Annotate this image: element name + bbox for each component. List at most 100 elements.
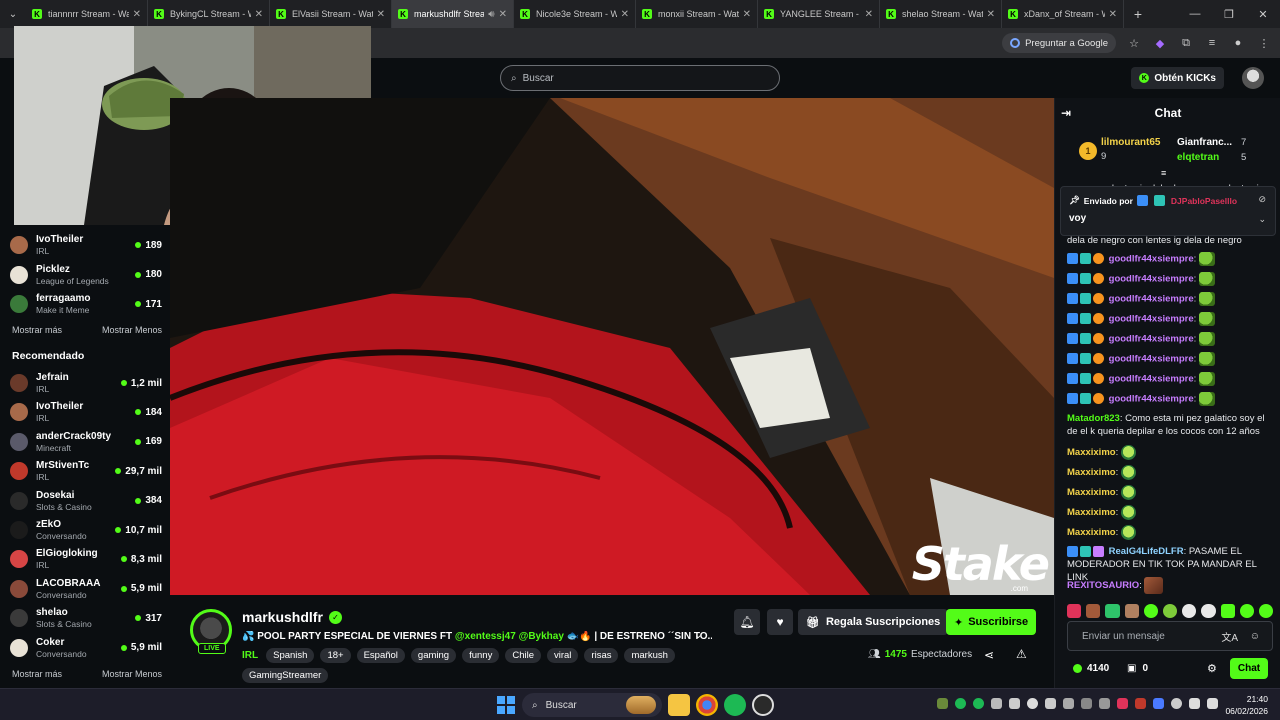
chat-username[interactable]: Maxxiximo	[1067, 447, 1116, 458]
bluetooth-icon[interactable]	[1153, 698, 1164, 709]
emote-icon[interactable]	[1201, 604, 1216, 618]
expand-leaderboard-icon[interactable]: ≡	[1161, 168, 1166, 178]
send-chat-button[interactable]: Chat	[1230, 658, 1268, 679]
avatar[interactable]	[1242, 67, 1264, 89]
mention-link[interactable]: @xentessj47	[455, 631, 516, 642]
leaderboard-name[interactable]: elqtetran	[1177, 152, 1219, 163]
close-icon[interactable]: ✕	[1246, 0, 1280, 28]
chat-input[interactable]: Enviar un mensaje 文A ☺	[1067, 621, 1273, 651]
reading-list-icon[interactable]: ≡	[1204, 35, 1220, 51]
puzzle-icon[interactable]: ⧉	[1178, 35, 1194, 51]
hide-pin-icon[interactable]: ⊘	[1258, 194, 1266, 205]
wifi-icon[interactable]	[1189, 698, 1200, 709]
ask-google-button[interactable]: Preguntar a Google	[1002, 33, 1116, 53]
audio-icon[interactable]: 🔊︎	[488, 9, 494, 20]
boxes-count[interactable]: ▣ 0	[1127, 663, 1148, 674]
tray-icon[interactable]	[1135, 698, 1146, 709]
chat-username[interactable]: Maxxiximo	[1067, 507, 1116, 518]
search-input[interactable]: ⌕ Buscar	[500, 65, 780, 91]
tag-chip[interactable]: Español	[356, 648, 405, 663]
spotify-tray-icon[interactable]	[973, 698, 984, 709]
chat-username[interactable]: Maxxiximo	[1067, 487, 1116, 498]
sidebar-channel[interactable]: Picklez League of Legends 180	[10, 261, 162, 289]
tag-chip[interactable]: funny	[462, 648, 500, 663]
sidebar-channel[interactable]: ferragaamo Make it Meme 171	[10, 290, 162, 318]
tag-chip[interactable]: markush	[624, 648, 675, 663]
sidebar-channel[interactable]: Jefrain IRL 1,2 mil	[10, 369, 162, 397]
volume-icon[interactable]	[1207, 698, 1218, 709]
mic-icon[interactable]	[1171, 698, 1182, 709]
chat-username[interactable]: goodlfr44xsiempre	[1109, 294, 1194, 305]
emote-icon[interactable]	[1220, 604, 1235, 618]
steam-icon[interactable]	[1063, 698, 1074, 709]
chat-username[interactable]: goodlfr44xsiempre	[1109, 274, 1194, 285]
close-tab-icon[interactable]: ✕	[255, 9, 263, 20]
share-icon[interactable]: ⋖	[984, 648, 994, 662]
chat-username[interactable]: goodlfr44xsiempre	[1109, 394, 1194, 405]
sidebar-channel[interactable]: zEkO Conversando 10,7 mil	[10, 516, 162, 544]
subscribe-button[interactable]: ✦ Suscribirse	[946, 609, 1037, 635]
kicks-balance[interactable]: 4140	[1073, 663, 1109, 674]
browser-tab[interactable]: K BykingCL Stream - Wa ✕	[148, 0, 270, 28]
tag-chip[interactable]: viral	[547, 648, 579, 663]
tray-icon[interactable]	[1081, 698, 1092, 709]
browser-tab[interactable]: KxDanx_of Stream - W ✕	[1002, 0, 1124, 28]
chrome-icon[interactable]	[696, 694, 718, 716]
new-tab-button[interactable]: +	[1124, 6, 1152, 22]
app-icon[interactable]	[752, 694, 774, 716]
mention-link[interactable]: @Bykhay	[519, 631, 564, 642]
show-more-link[interactable]: Mostrar más	[12, 325, 62, 335]
sidebar-channel[interactable]: Dosekai Slots & Casino 384	[10, 487, 162, 515]
close-tab-icon[interactable]: ✕	[499, 9, 507, 20]
chat-username[interactable]: Maxxiximo	[1067, 527, 1116, 538]
tray-icon[interactable]	[991, 698, 1002, 709]
notification-bell-button[interactable]: 🔔︎	[734, 609, 760, 635]
show-more-link[interactable]: Mostrar más	[12, 669, 62, 679]
chevron-down-icon[interactable]: ⌄	[1258, 214, 1266, 225]
bookmark-star-icon[interactable]: ☆	[1126, 35, 1142, 51]
browser-tab[interactable]: Ktiannnrr Stream - Wa ✕	[26, 0, 148, 28]
gift-subs-button[interactable]: 🎁︎ Regala Suscripciones	[798, 609, 949, 635]
maximize-icon[interactable]: ❐	[1212, 0, 1246, 28]
tag-chip[interactable]: 18+	[320, 648, 351, 663]
emote-icon[interactable]	[1124, 604, 1139, 618]
sidebar-channel[interactable]: Coker Conversando 5,9 mil	[10, 634, 162, 662]
chat-username[interactable]: Matador823	[1067, 413, 1120, 424]
tray-icon[interactable]	[937, 698, 948, 709]
browser-tab[interactable]: K Nicole3e Stream - W ✕	[514, 0, 636, 28]
close-tab-icon[interactable]: ✕	[133, 9, 141, 20]
emote-icon[interactable]	[1239, 604, 1254, 618]
tag-chip[interactable]: risas	[584, 648, 619, 663]
chat-username[interactable]: goodlfr44xsiempre	[1109, 254, 1194, 265]
spotify-icon[interactable]	[724, 694, 746, 716]
sidebar-channel[interactable]: LACOBRAAA Conversando 5,9 mil	[10, 575, 162, 603]
show-less-link[interactable]: Mostrar Menos	[102, 669, 162, 679]
gear-icon[interactable]: ⚙	[1207, 662, 1217, 675]
profile-icon[interactable]: ●	[1230, 35, 1246, 51]
collapse-chat-icon[interactable]: ⇥	[1061, 106, 1071, 120]
chat-username[interactable]: goodlfr44xsiempre	[1109, 314, 1194, 325]
tag-chip[interactable]: gaming	[410, 648, 457, 663]
extension-icon[interactable]: ◆	[1152, 35, 1168, 51]
show-less-link[interactable]: Mostrar Menos	[102, 325, 162, 335]
chat-username[interactable]: Maxxiximo	[1067, 467, 1116, 478]
clock[interactable]: 21:40 06/02/2026	[1225, 693, 1268, 717]
chat-username[interactable]: goodlfr44xsiempre	[1109, 354, 1194, 365]
sidebar-channel[interactable]: IvoTheiler IRL 189	[10, 231, 162, 259]
close-tab-icon[interactable]: ✕	[743, 9, 751, 20]
start-button[interactable]	[496, 695, 516, 715]
tray-icon[interactable]	[1117, 698, 1128, 709]
browser-tab[interactable]: K ElVasii Stream - Watc ✕	[270, 0, 392, 28]
chat-username[interactable]: goodlfr44xsiempre	[1109, 334, 1194, 345]
sidebar-channel[interactable]: MrStivenTc IRL 29,7 mil	[10, 457, 162, 485]
browser-tab[interactable]: Kshelao Stream - Watc ✕	[880, 0, 1002, 28]
emote-icon[interactable]	[1086, 604, 1101, 618]
leaderboard-name[interactable]: Gianfranc...	[1177, 137, 1232, 148]
spotify-tray-icon[interactable]	[955, 698, 966, 709]
discord-icon[interactable]	[1045, 698, 1056, 709]
close-tab-icon[interactable]: ✕	[865, 9, 873, 20]
sidebar-channel[interactable]: IvoTheiler IRL 184	[10, 398, 162, 426]
chat-username[interactable]: goodlfr44xsiempre	[1109, 374, 1194, 385]
emote-icon[interactable]	[1258, 604, 1274, 618]
close-tab-icon[interactable]: ✕	[621, 9, 629, 20]
